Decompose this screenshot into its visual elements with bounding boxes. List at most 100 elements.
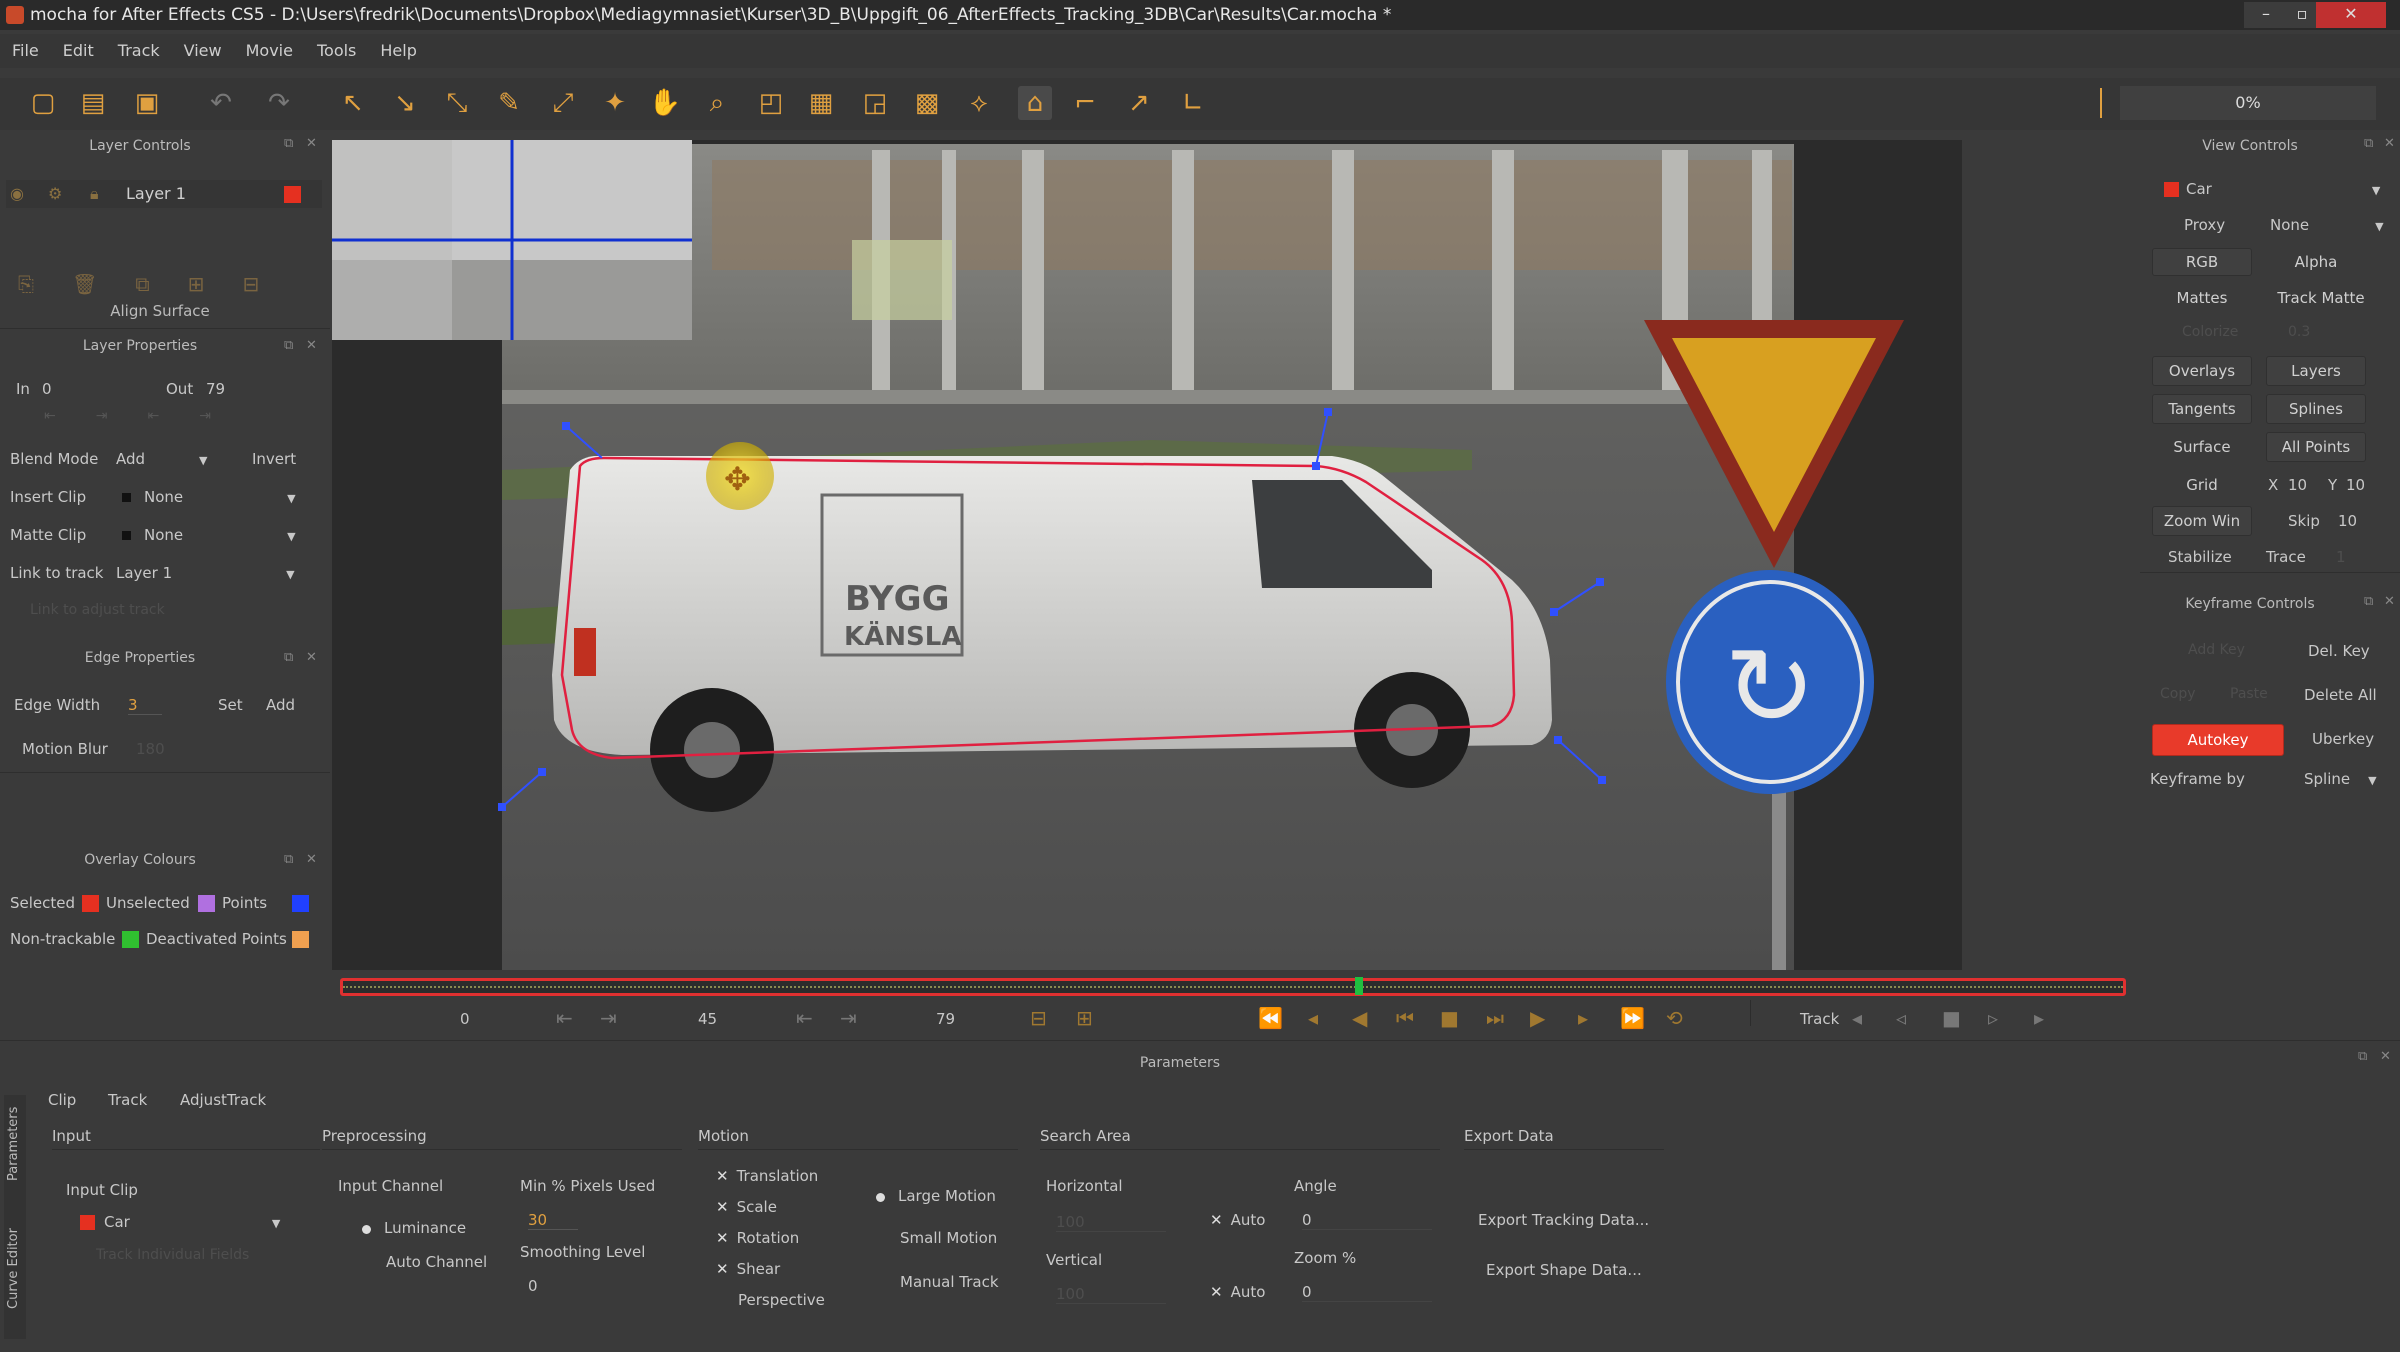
tangents-button[interactable]: Tangents	[2152, 394, 2252, 424]
merge-layer-icon[interactable]: ⊞	[188, 272, 243, 296]
export-tracking-data-button[interactable]: Export Tracking Data...	[1478, 1211, 1649, 1229]
menu-file[interactable]: File	[0, 34, 51, 67]
tab-adjusttrack[interactable]: AdjustTrack	[180, 1091, 266, 1109]
vertical-input[interactable]: 100	[1056, 1285, 1166, 1304]
undock-icon[interactable]: ⧉	[2358, 1049, 2367, 1064]
vertical-auto-checkbox[interactable]: ✕ Auto	[1210, 1283, 1265, 1301]
alpha-button[interactable]: Alpha	[2266, 248, 2366, 276]
magic-wand-icon[interactable]: ✦	[598, 86, 632, 120]
track-matte-button[interactable]: Track Matte	[2266, 284, 2376, 312]
clip-dropdown[interactable]: Car ▼	[2186, 180, 2380, 198]
non-trackable-color-swatch[interactable]	[122, 931, 139, 948]
large-motion-radio[interactable]	[876, 1193, 885, 1202]
pen-tool-icon[interactable]: ✎	[492, 86, 526, 120]
undock-icon[interactable]: ⧉	[284, 136, 293, 151]
set-out-point-icon[interactable]: ⇤	[796, 1006, 813, 1030]
rgb-button[interactable]: RGB	[2152, 248, 2252, 276]
layer-row[interactable]: ◉ ⚙ 🔒︎ Layer 1	[6, 180, 322, 208]
bspline-tool-icon[interactable]: ◲	[858, 86, 892, 120]
visibility-eye-icon[interactable]: ◉	[10, 184, 24, 203]
play-forward-icon[interactable]: ▶	[1530, 1006, 1545, 1030]
close-panel-icon[interactable]: ✕	[306, 650, 317, 665]
menu-track[interactable]: Track	[106, 34, 172, 67]
menu-tools[interactable]: Tools	[305, 34, 368, 67]
menu-help[interactable]: Help	[368, 34, 428, 67]
viewer-canvas[interactable]: BYGG KÄNSLA ↻ ✥	[332, 140, 1962, 970]
grid-button[interactable]: Grid	[2152, 470, 2252, 500]
delete-all-keys-button[interactable]: Delete All	[2304, 686, 2377, 704]
undock-icon[interactable]: ⧉	[284, 338, 293, 353]
points-color-swatch[interactable]	[292, 895, 309, 912]
set-out-icon[interactable]: ⇤	[147, 408, 199, 424]
viewer-panel[interactable]: BYGG KÄNSLA ↻ ✥	[332, 140, 1962, 970]
close-panel-icon[interactable]: ✕	[306, 136, 317, 151]
add-key-button[interactable]: Add Key	[2188, 642, 2245, 658]
grid-x-value[interactable]: 10	[2288, 476, 2307, 494]
set-in-point-icon[interactable]: ⇥	[600, 1006, 617, 1030]
rewind-icon[interactable]: ⏪	[1258, 1006, 1283, 1030]
hand-tool-icon[interactable]: ✋	[648, 86, 682, 120]
timeline-bar[interactable]	[340, 977, 2126, 996]
edge-width-input[interactable]: 3	[128, 696, 162, 715]
layer-color-swatch[interactable]	[284, 186, 301, 203]
undock-icon[interactable]: ⧉	[2364, 136, 2373, 151]
export-shape-data-button[interactable]: Export Shape Data...	[1486, 1261, 1642, 1279]
link-to-track-dropdown[interactable]: Layer 1 ▼	[116, 564, 295, 582]
min-pixels-input[interactable]: 30	[528, 1211, 578, 1230]
copy-key-button[interactable]: Copy	[2160, 686, 2196, 702]
input-clip-dropdown[interactable]: Car ▼	[104, 1213, 280, 1231]
undo-icon[interactable]: ↶	[204, 86, 238, 120]
angle-input[interactable]: 0	[1302, 1211, 1432, 1230]
go-in-icon[interactable]: ⇤	[44, 408, 96, 424]
del-key-button[interactable]: Del. Key	[2308, 642, 2370, 660]
side-tab-parameters[interactable]: Parameters	[6, 1107, 21, 1181]
set-in-icon[interactable]: ⇥	[96, 408, 148, 424]
all-points-button[interactable]: All Points	[2266, 432, 2366, 462]
tab-track[interactable]: Track	[108, 1091, 147, 1109]
fast-forward-icon[interactable]: ⏩	[1620, 1006, 1645, 1030]
close-panel-icon[interactable]: ✕	[2384, 136, 2395, 151]
gear-icon[interactable]: ⚙	[48, 184, 62, 203]
playhead[interactable]	[1355, 977, 1363, 995]
play-backward-icon[interactable]: ◀	[1352, 1006, 1367, 1030]
menu-edit[interactable]: Edit	[51, 34, 106, 67]
open-project-icon[interactable]: ▤	[76, 86, 110, 120]
edge-add-button[interactable]: Add	[266, 696, 295, 714]
redo-icon[interactable]: ↷	[262, 86, 296, 120]
stabilize-button[interactable]: Stabilize	[2168, 548, 2232, 566]
layers-button[interactable]: Layers	[2266, 356, 2366, 386]
matte-clip-dropdown[interactable]: None ▼	[144, 526, 296, 544]
side-tab-curve-editor[interactable]: Curve Editor	[6, 1228, 21, 1309]
shear-checkbox[interactable]: ✕ Shear	[716, 1260, 780, 1278]
new-project-icon[interactable]: ▢	[26, 86, 60, 120]
undock-icon[interactable]: ⧉	[284, 852, 293, 867]
zoom-tool-icon[interactable]: ⌕	[700, 86, 734, 120]
save-project-icon[interactable]: ▣	[130, 86, 164, 120]
splines-button[interactable]: Splines	[2266, 394, 2366, 424]
invert-checkbox[interactable]: Invert	[252, 450, 296, 468]
close-panel-icon[interactable]: ✕	[306, 338, 317, 353]
align-surface-button[interactable]: Align Surface	[0, 302, 320, 320]
go-start-icon[interactable]: ⇤	[556, 1006, 573, 1030]
go-out-icon[interactable]: ⇥	[199, 408, 251, 424]
delete-layer-icon[interactable]: 🗑︎	[72, 272, 135, 296]
perspective-checkbox[interactable]: Perspective	[738, 1291, 825, 1309]
track-individual-fields-checkbox[interactable]: Track Individual Fields	[96, 1247, 249, 1263]
reset-timeline-icon[interactable]: ⊞	[1076, 1006, 1093, 1030]
zoom-percent-input[interactable]: 0	[1302, 1283, 1432, 1302]
surface-button[interactable]: Surface	[2152, 432, 2252, 462]
insert-clip-dropdown[interactable]: None ▼	[144, 488, 296, 506]
close-panel-icon[interactable]: ✕	[2384, 594, 2395, 609]
proxy-dropdown[interactable]: None ▼	[2270, 216, 2384, 234]
menu-movie[interactable]: Movie	[234, 34, 305, 67]
grid-tool-icon[interactable]: ▩	[910, 86, 944, 120]
transform-tool-icon[interactable]: ⟡	[962, 86, 996, 120]
skip-value[interactable]: 10	[2338, 512, 2357, 530]
rect-tool-icon[interactable]: ▦	[804, 86, 838, 120]
horizontal-auto-checkbox[interactable]: ✕ Auto	[1210, 1211, 1265, 1229]
uberkey-button[interactable]: Uberkey	[2312, 730, 2374, 748]
new-layer-icon[interactable]: ⎘	[18, 272, 72, 296]
auto-channel-radio[interactable]: Auto Channel	[386, 1253, 487, 1271]
autokey-button[interactable]: Autokey	[2152, 724, 2284, 756]
motion-blur-value[interactable]: 180	[136, 740, 165, 758]
